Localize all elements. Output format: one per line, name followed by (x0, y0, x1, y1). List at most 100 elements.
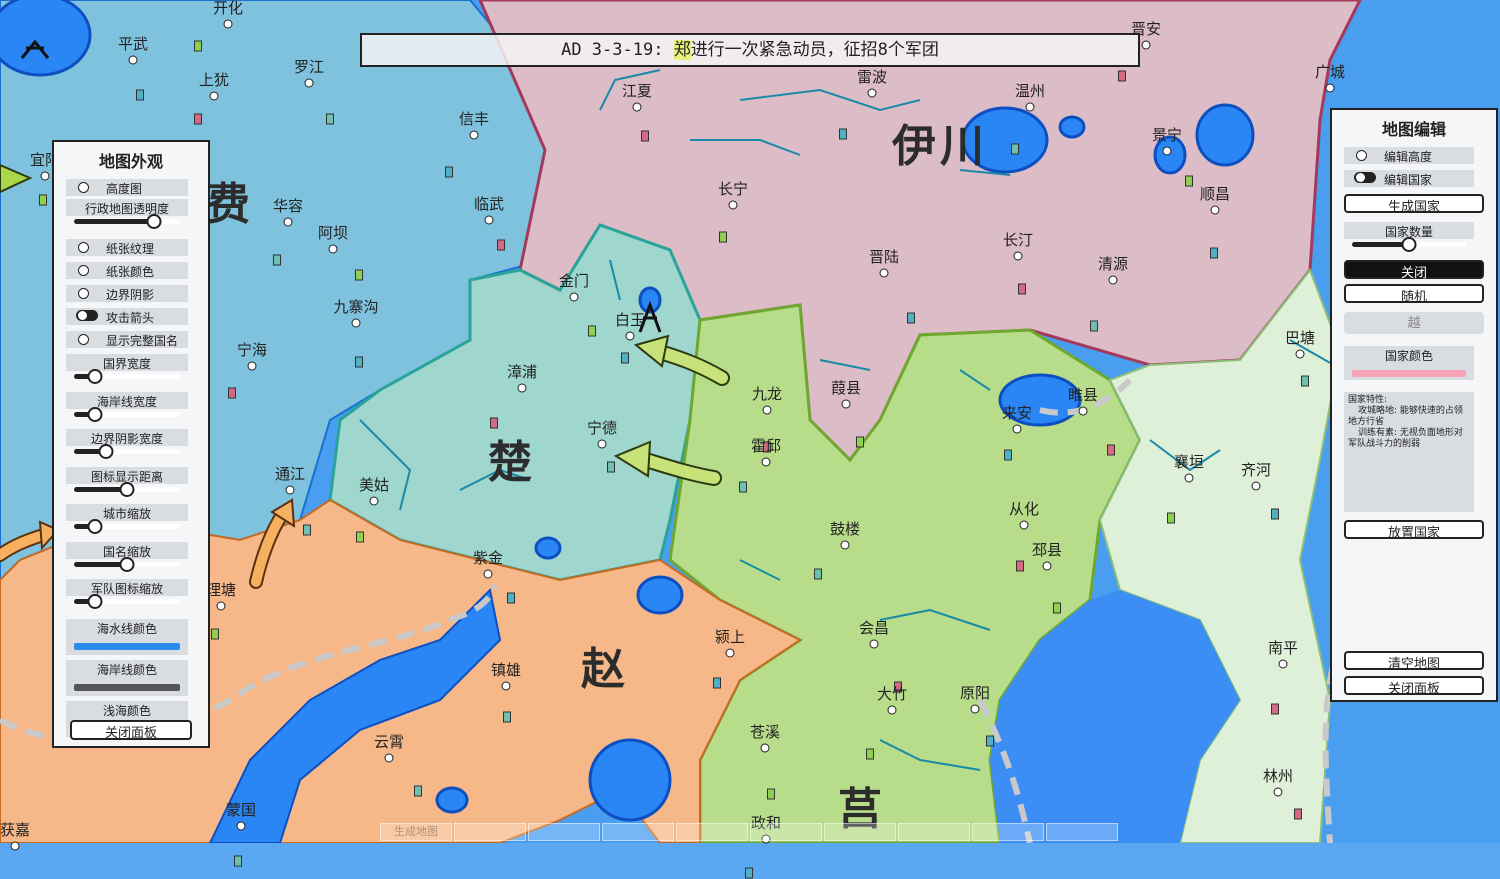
slider-knob[interactable] (87, 594, 103, 609)
city-marker[interactable] (1325, 83, 1335, 93)
slider[interactable] (74, 477, 180, 501)
slider-knob[interactable] (98, 444, 114, 459)
slider[interactable] (74, 439, 180, 463)
bottom-tab[interactable] (972, 823, 1044, 841)
city-marker[interactable] (1078, 406, 1088, 416)
toggle-高度图[interactable]: 高度图 (66, 179, 188, 196)
close-panel-button[interactable]: 关闭面板 (70, 720, 192, 741)
city-marker[interactable] (625, 331, 635, 341)
city-marker[interactable] (351, 318, 361, 328)
city-marker[interactable] (869, 639, 879, 649)
color-swatch[interactable] (74, 642, 180, 650)
city-marker[interactable] (760, 743, 770, 753)
city-marker[interactable] (247, 361, 257, 371)
slider-knob[interactable] (119, 556, 135, 572)
city-marker[interactable] (761, 457, 771, 467)
city-marker[interactable] (1210, 205, 1220, 215)
slider[interactable] (74, 364, 180, 388)
city-marker[interactable] (483, 569, 493, 579)
bottom-tab[interactable] (750, 823, 822, 841)
bottom-tab[interactable] (824, 823, 896, 841)
toggle-编辑高度[interactable]: 编辑高度 (1344, 147, 1474, 164)
city-marker[interactable] (328, 244, 338, 254)
city-marker[interactable] (469, 130, 479, 140)
city-marker[interactable] (484, 215, 494, 225)
city-marker[interactable] (369, 496, 379, 506)
slider-knob[interactable] (87, 519, 103, 534)
slider[interactable] (74, 589, 180, 613)
city-marker[interactable] (840, 540, 850, 550)
nation-name-input[interactable]: 越 (1344, 312, 1484, 334)
city-marker[interactable] (1025, 102, 1035, 112)
bottom-tab[interactable]: 生成地图 (380, 823, 452, 841)
clear-map-button[interactable]: 清空地图 (1344, 651, 1484, 672)
slider-knob[interactable] (119, 481, 135, 497)
city-marker[interactable] (762, 405, 772, 415)
city-marker[interactable] (1295, 349, 1305, 359)
city-marker[interactable] (1108, 275, 1118, 285)
city-marker[interactable] (841, 399, 851, 409)
world-map[interactable] (0, 0, 1500, 843)
toggle-边界阴影[interactable]: 边界阴影 (66, 285, 188, 302)
city-marker[interactable] (40, 171, 50, 181)
bottom-tab[interactable] (454, 823, 526, 841)
slider-knob[interactable] (87, 369, 103, 384)
city-marker[interactable] (725, 648, 735, 658)
city-marker[interactable] (517, 383, 527, 393)
bottom-tab[interactable] (676, 823, 748, 841)
city-marker[interactable] (223, 19, 233, 29)
generate-nations-button[interactable]: 生成国家 (1344, 194, 1484, 215)
toggle-编辑国家[interactable]: 编辑国家 (1344, 170, 1474, 187)
city-marker[interactable] (285, 485, 295, 495)
city-marker[interactable] (236, 821, 246, 831)
city-marker[interactable] (1278, 659, 1288, 669)
city-marker[interactable] (283, 217, 293, 227)
slider[interactable] (74, 514, 180, 538)
city-marker[interactable] (632, 102, 642, 112)
city-marker[interactable] (209, 91, 219, 101)
city-marker[interactable] (970, 704, 980, 714)
city-marker[interactable] (304, 78, 314, 88)
city-marker[interactable] (728, 200, 738, 210)
slider-knob[interactable] (146, 214, 161, 229)
place-nation-button[interactable]: 放置国家 (1344, 520, 1484, 541)
bottom-tab[interactable] (1046, 823, 1118, 841)
slider[interactable] (74, 552, 180, 576)
slider[interactable] (1352, 232, 1466, 256)
color-label: 浅海颜色 (102, 703, 151, 718)
city-marker[interactable] (879, 268, 889, 278)
city-marker[interactable] (384, 753, 394, 763)
city-marker[interactable] (1019, 520, 1029, 530)
close-button[interactable]: 关闭 (1344, 260, 1484, 281)
slider[interactable] (74, 209, 180, 233)
bottom-tab[interactable] (898, 823, 970, 841)
slider-knob[interactable] (1401, 237, 1417, 252)
toggle-显示完整国名[interactable]: 显示完整国名 (66, 331, 188, 348)
city-marker[interactable] (867, 88, 877, 98)
toggle-纸张纹理[interactable]: 纸张纹理 (66, 239, 188, 256)
city-marker[interactable] (1013, 251, 1023, 261)
city-marker[interactable] (597, 439, 607, 449)
city-marker[interactable] (501, 681, 511, 691)
toggle-纸张颜色[interactable]: 纸张颜色 (66, 262, 188, 279)
city-marker[interactable] (216, 601, 226, 611)
toggle-攻击箭头[interactable]: 攻击箭头 (66, 308, 188, 325)
city-marker[interactable] (1251, 481, 1261, 491)
city-marker[interactable] (569, 292, 579, 302)
bottom-tab[interactable] (528, 823, 600, 841)
color-swatch[interactable] (74, 683, 180, 691)
city-marker[interactable] (128, 55, 138, 65)
city-marker[interactable] (1184, 473, 1194, 483)
slider-knob[interactable] (87, 406, 103, 422)
bottom-tab[interactable] (602, 823, 674, 841)
close-panel-button[interactable]: 关闭面板 (1344, 676, 1484, 697)
random-button[interactable]: 随机 (1344, 284, 1484, 305)
city-marker[interactable] (1042, 561, 1052, 571)
slider[interactable] (74, 402, 180, 426)
city-marker[interactable] (1012, 424, 1022, 434)
city-marker[interactable] (1162, 146, 1172, 156)
city-marker[interactable] (1141, 40, 1151, 50)
nation-color-swatch[interactable] (1352, 370, 1466, 377)
city-marker[interactable] (887, 705, 897, 715)
city-marker[interactable] (1273, 787, 1283, 797)
